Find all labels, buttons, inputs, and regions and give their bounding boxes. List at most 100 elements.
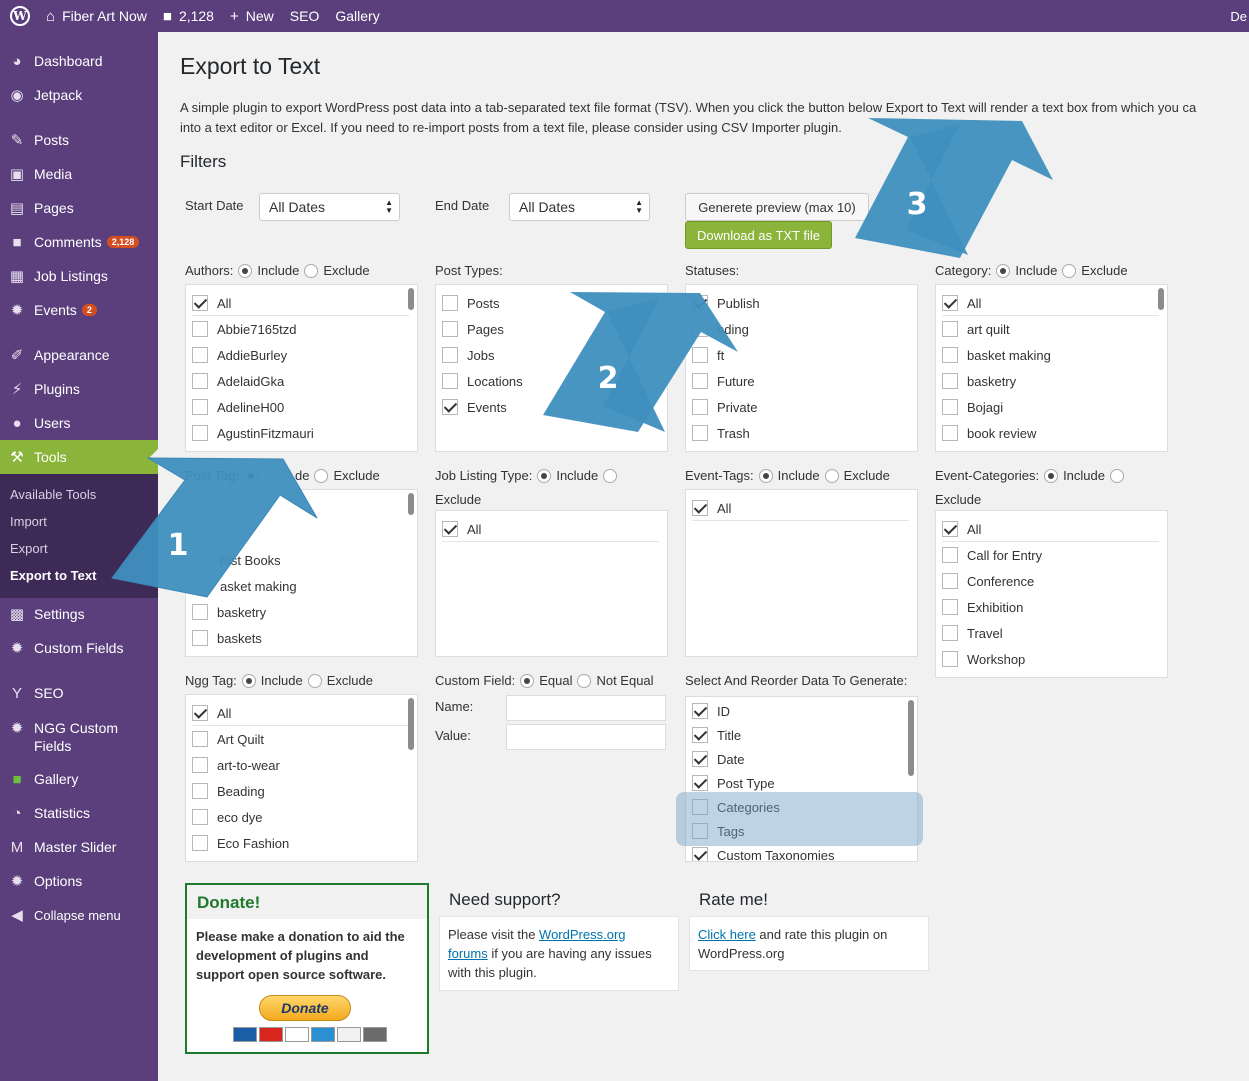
checkbox[interactable]	[192, 321, 208, 337]
checkbox[interactable]	[942, 573, 958, 589]
list-item[interactable]: AdelaidGka	[192, 371, 284, 391]
checkbox[interactable]	[692, 847, 708, 861]
generate-preview-button[interactable]: Generete preview (max 10)	[685, 193, 869, 221]
scrollbar[interactable]	[408, 493, 414, 515]
list-item[interactable]: art-to-wear	[192, 755, 280, 775]
menu-jetpack[interactable]: ◉ Jetpack	[0, 78, 158, 112]
menu-pages[interactable]: ▤ Pages	[0, 191, 158, 225]
checkbox[interactable]	[442, 373, 458, 389]
checkbox[interactable]	[442, 321, 458, 337]
list-item[interactable]: basketry	[942, 371, 1016, 391]
checkbox[interactable]	[192, 425, 208, 441]
list-item[interactable]: art quilt	[942, 319, 1010, 339]
custom-field-value-input[interactable]	[506, 724, 666, 750]
event-categories-exclude-radio[interactable]	[1109, 468, 1124, 483]
list-item[interactable]: baskets	[192, 628, 262, 648]
submenu-available-tools[interactable]: Available Tools	[10, 487, 96, 502]
gallery-link[interactable]: Gallery	[327, 0, 387, 32]
list-item[interactable]: All	[942, 519, 981, 539]
checkbox[interactable]	[692, 347, 708, 363]
list-item[interactable]: Exhibition	[942, 597, 1023, 617]
forums-link[interactable]: forums	[448, 946, 488, 961]
category-include-radio[interactable]	[996, 263, 1011, 278]
list-item[interactable]: Locations	[442, 371, 523, 391]
checkbox[interactable]	[942, 321, 958, 337]
end-date-select[interactable]: All Dates ▲ ▼	[509, 193, 650, 221]
list-item[interactable]: Custom Taxonomies	[692, 845, 835, 861]
checkbox[interactable]	[692, 500, 708, 516]
list-item[interactable]: nding	[692, 319, 749, 339]
menu-tools[interactable]: ⚒ Tools	[0, 440, 158, 474]
menu-settings[interactable]: ▩ Settings	[0, 597, 158, 631]
custom-field-equal-radio[interactable]	[520, 673, 535, 688]
checkbox[interactable]	[192, 295, 208, 311]
list-item[interactable]: All	[192, 293, 231, 313]
submenu-export-to-text[interactable]: Export to Text	[10, 568, 96, 583]
list-item[interactable]: Travel	[942, 623, 1003, 643]
event-categories-list[interactable]: All Call for Entry Conference Exhibition…	[935, 510, 1168, 678]
authors-list[interactable]: All Abbie7165tzd AddieBurley AdelaidGka …	[185, 284, 418, 452]
list-item[interactable]: Bojagi	[942, 397, 1003, 417]
ngg-tag-list[interactable]: All Art Quilt art-to-wear Beading eco dy…	[185, 694, 418, 862]
checkbox[interactable]	[692, 373, 708, 389]
site-name-link[interactable]: ⌂ Fiber Art Now	[38, 0, 155, 32]
checkbox[interactable]	[942, 425, 958, 441]
category-exclude-radio[interactable]	[1062, 263, 1077, 278]
new-content-link[interactable]: + New	[222, 0, 282, 32]
wordpress-org-link[interactable]: WordPress.org	[539, 927, 625, 942]
list-item[interactable]: AdelineH00	[192, 397, 284, 417]
comments-link[interactable]: ■ 2,128	[155, 0, 222, 32]
ngg-tag-exclude-radio[interactable]	[307, 673, 322, 688]
download-txt-button[interactable]: Download as TXT file	[685, 221, 832, 249]
checkbox[interactable]	[692, 399, 708, 415]
checkbox[interactable]	[692, 775, 708, 791]
checkbox[interactable]	[942, 399, 958, 415]
list-item[interactable]: Trash	[692, 423, 750, 443]
click-here-link[interactable]: Click here	[698, 927, 756, 942]
checkbox[interactable]	[692, 727, 708, 743]
event-categories-include-radio[interactable]	[1044, 468, 1059, 483]
list-item[interactable]: All	[442, 519, 481, 539]
checkbox[interactable]	[692, 751, 708, 767]
submenu-export[interactable]: Export	[10, 541, 48, 556]
list-item[interactable]: AgustinFitzmauri	[192, 423, 314, 443]
checkbox[interactable]	[442, 347, 458, 363]
event-tags-list[interactable]: All	[685, 489, 918, 657]
checkbox[interactable]	[942, 599, 958, 615]
list-item[interactable]: Beading	[192, 781, 265, 801]
list-item[interactable]: Events	[442, 397, 507, 417]
checkbox[interactable]	[442, 399, 458, 415]
checkbox[interactable]	[692, 703, 708, 719]
ngg-tag-include-radio[interactable]	[241, 673, 256, 688]
list-item[interactable]: Posts	[442, 293, 500, 313]
checkbox[interactable]	[442, 521, 458, 537]
job-listing-include-radio[interactable]	[537, 468, 552, 483]
menu-master-slider[interactable]: M Master Slider	[0, 830, 158, 864]
menu-ngg-custom-fields[interactable]: ✹ NGG Custom Fields	[0, 718, 158, 762]
list-item[interactable]: Post Type	[692, 773, 775, 793]
start-date-select[interactable]: All Dates ▲ ▼	[259, 193, 400, 221]
category-list[interactable]: All art quilt basket making basketry Boj…	[935, 284, 1168, 452]
list-item[interactable]: Publish	[692, 293, 760, 313]
menu-custom-fields[interactable]: ✹ Custom Fields	[0, 631, 158, 665]
list-item[interactable]: Pages	[442, 319, 504, 339]
menu-posts[interactable]: ✎ Posts	[0, 123, 158, 157]
menu-collapse[interactable]: ◀ Collapse menu	[0, 898, 158, 932]
list-item[interactable]: basketry	[192, 602, 266, 622]
checkbox[interactable]	[192, 757, 208, 773]
checkbox[interactable]	[192, 630, 208, 646]
checkbox[interactable]	[942, 521, 958, 537]
checkbox[interactable]	[192, 809, 208, 825]
menu-job-listings[interactable]: ▦ Job Listings	[0, 259, 158, 293]
list-item[interactable]: Date	[692, 749, 744, 769]
checkbox[interactable]	[942, 295, 958, 311]
list-item[interactable]: Abbie7165tzd	[192, 319, 297, 339]
job-listing-exclude-radio[interactable]	[603, 468, 618, 483]
custom-field-name-input[interactable]	[506, 695, 666, 721]
checkbox[interactable]	[192, 399, 208, 415]
menu-statistics[interactable]: ◔ Statistics	[0, 796, 158, 830]
list-item[interactable]: Workshop	[942, 649, 1025, 669]
checkbox[interactable]	[942, 625, 958, 641]
checkbox[interactable]	[192, 835, 208, 851]
checkbox[interactable]	[692, 321, 708, 337]
